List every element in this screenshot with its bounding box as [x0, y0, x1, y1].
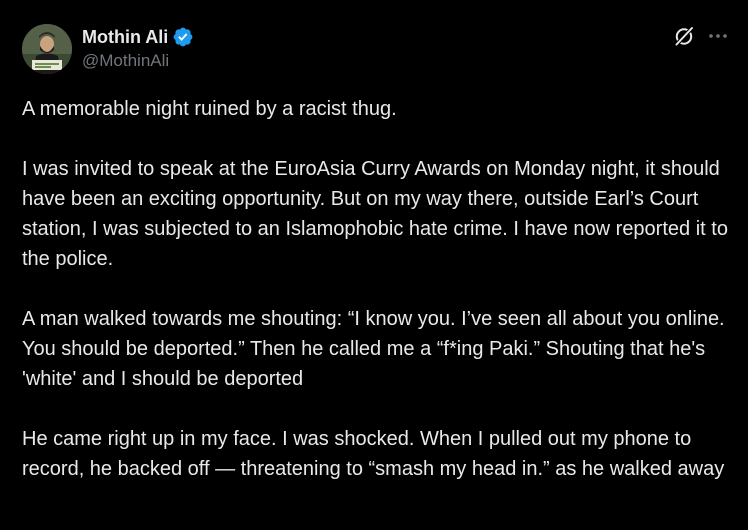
- grok-icon[interactable]: [672, 24, 696, 48]
- avatar[interactable]: [22, 24, 72, 74]
- user-handle[interactable]: @MothinAli: [82, 50, 194, 72]
- tweet-text: A memorable night ruined by a racist thu…: [22, 94, 732, 514]
- tweet-paragraph: He came right up in my face. I was shock…: [22, 428, 725, 480]
- avatar-image: [22, 24, 72, 74]
- user-info: Mothin Ali @MothinAli: [82, 25, 194, 72]
- name-row: Mothin Ali: [82, 25, 194, 49]
- verified-badge-icon[interactable]: [172, 26, 194, 48]
- tweet-paragraph: I was invited to speak at the EuroAsia C…: [22, 158, 734, 270]
- display-name[interactable]: Mothin Ali: [82, 26, 168, 48]
- more-icon[interactable]: [706, 24, 730, 48]
- tweet-paragraph: A man walked towards me shouting: “I kno…: [22, 308, 730, 390]
- tweet-paragraph: A memorable night ruined by a racist thu…: [22, 98, 397, 120]
- tweet: Mothin Ali @MothinAli A memorable night …: [0, 0, 748, 530]
